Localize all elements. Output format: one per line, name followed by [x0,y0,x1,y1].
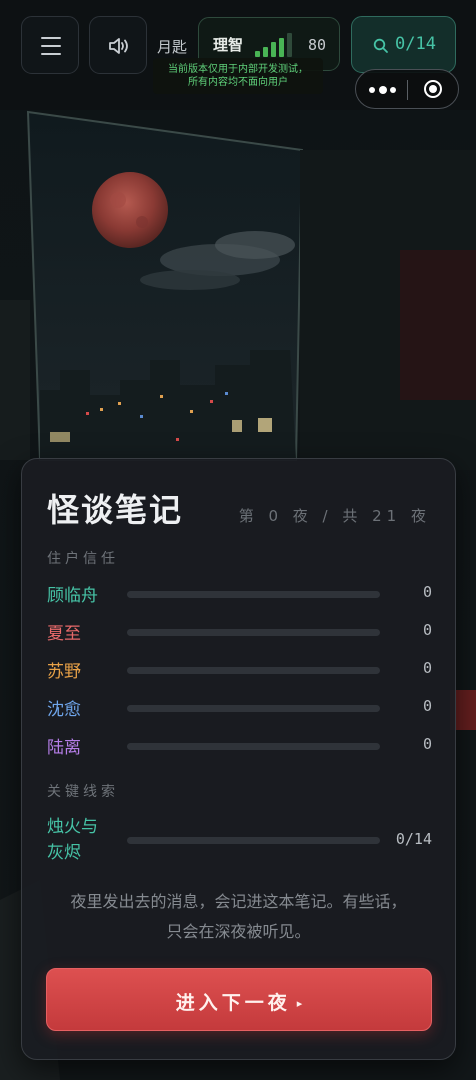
sanity-bar [271,42,276,57]
card-note-line-1: 夜里发出去的消息，会记进这本笔记。有些话， [70,892,407,911]
sanity-bar [287,33,292,57]
sanity-label: 理智 [213,36,244,54]
next-night-button[interactable]: 进入下一夜 ▸ [46,968,432,1031]
clue-progress-bar [127,837,380,844]
sanity-bars-icon [255,33,297,57]
trust-bar [127,705,380,712]
clues-section-label: 关键线索 [47,784,119,800]
trust-section-label: 住户信任 [47,551,119,567]
card-note-line-2: 只会在深夜被听见。 [166,922,311,941]
app-screen: 月匙 理智 80 0/14 当前版本仅用于内部开发测试， 所有内容均不面向用户 … [0,0,476,1080]
resident-name: 陆离 [47,738,81,758]
target-circle-icon[interactable] [424,80,442,98]
play-arrow-icon: ▸ [296,997,303,1010]
next-night-label: 进入下一夜 [175,992,291,1014]
resident-row-su-ye: 苏野 0 [47,653,432,683]
dev-notice-toast: 当前版本仅用于内部开发测试， 所有内容均不面向用户 [153,58,323,94]
dev-notice-line-2: 所有内容均不面向用户 [188,77,288,88]
clue-row: 烛火与灰烬 0/14 [47,814,432,866]
menu-button[interactable] [21,16,79,74]
clue-search-button[interactable]: 0/14 [351,16,456,73]
hamburger-icon [41,37,61,61]
resident-name: 沈愈 [47,700,81,720]
trust-bar [127,591,380,598]
trust-bar [127,743,380,750]
capsule-divider [407,80,408,100]
ghost-notes-card: 怪谈笔记 第 0 夜 / 共 21 夜 住户信任 顾临舟 0 夏至 0 苏野 0… [21,458,456,1060]
trust-bar [127,629,380,636]
trust-value: 0 [422,583,432,601]
trust-value: 0 [422,659,432,677]
resident-row-xia-zhi: 夏至 0 [47,615,432,645]
sanity-bar [279,37,284,57]
resident-row-lu-li: 陆离 0 [47,729,432,759]
trust-value: 0 [422,697,432,715]
resident-name: 顾临舟 [47,586,98,606]
sound-button[interactable] [89,16,147,74]
moon-key-label: 月匙 [157,38,188,56]
sanity-value: 80 [307,36,326,54]
moon [92,172,168,248]
resident-row-shen-yu: 沈愈 0 [47,691,432,721]
speaker-icon [109,38,128,54]
clue-count: 0/14 [395,34,436,54]
resident-name: 夏至 [47,624,81,644]
card-note: 夜里发出去的消息，会记进这本笔记。有些话， 只会在深夜被听见。 [22,887,455,947]
sanity-bar [255,51,260,57]
night-counter: 第 0 夜 / 共 21 夜 [238,507,431,525]
card-title: 怪谈笔记 [47,491,184,529]
clue-name: 烛火与灰烬 [47,817,98,863]
sanity-bar [263,46,268,57]
dev-notice-line-1: 当前版本仅用于内部开发测试， [168,64,308,75]
resident-name: 苏野 [47,662,81,682]
resident-row-gu-linzhou: 顾临舟 0 [47,577,432,607]
trust-value: 0 [422,621,432,639]
more-dots-icon[interactable] [369,86,396,94]
search-icon [373,38,388,53]
trust-value: 0 [422,735,432,753]
clue-value: 0/14 [395,830,432,848]
trust-bar [127,667,380,674]
miniprogram-capsule [355,69,459,109]
